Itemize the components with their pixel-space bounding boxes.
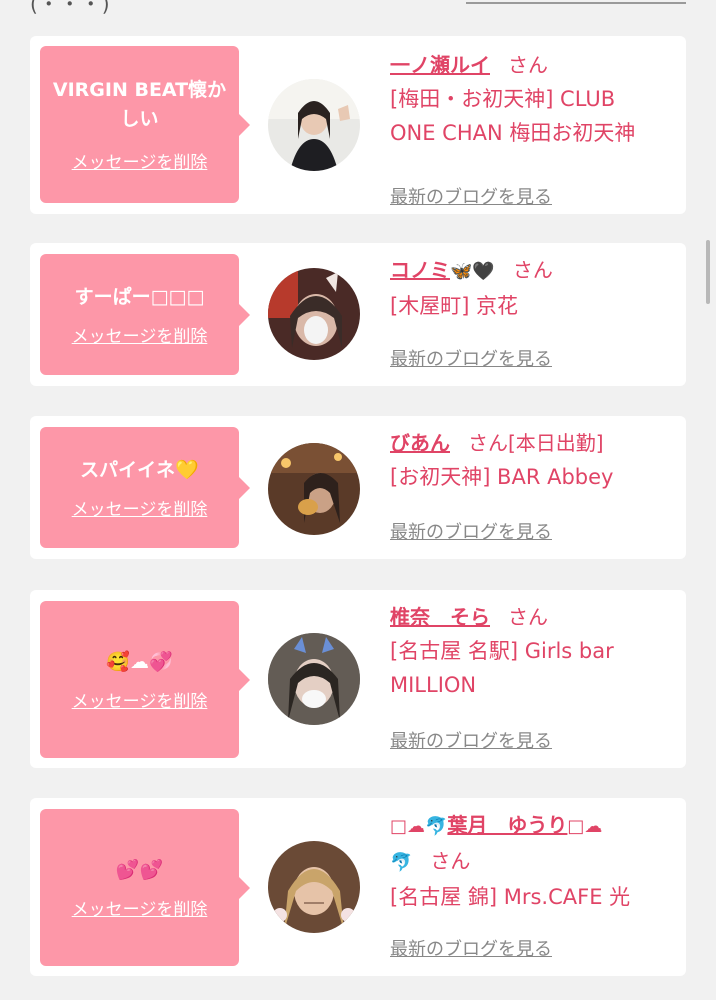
delete-message-link[interactable]: メッセージを削除 bbox=[72, 148, 208, 173]
delete-message-link[interactable]: メッセージを削除 bbox=[72, 687, 208, 712]
latest-blog-link[interactable]: 最新のブログを見る bbox=[390, 345, 552, 371]
latest-blog-link[interactable]: 最新のブログを見る bbox=[390, 727, 552, 753]
yellow-heart-icon: 💛 bbox=[175, 458, 199, 481]
message-bubble: 💕💕 メッセージを削除 bbox=[40, 809, 250, 966]
honorific: さん bbox=[430, 849, 471, 873]
message-text: VIRGIN BEAT懐かしい bbox=[52, 79, 227, 130]
shop-line: [名古屋 名駅] Girls bar bbox=[390, 639, 614, 663]
delete-message-link[interactable]: メッセージを削除 bbox=[72, 322, 208, 347]
avatar[interactable] bbox=[268, 79, 360, 171]
avatar[interactable] bbox=[268, 841, 360, 933]
profile-name[interactable]: コノミ bbox=[390, 258, 450, 282]
name-prefix-icons: □☁🐬 bbox=[390, 816, 448, 837]
honorific: さん bbox=[508, 53, 548, 77]
profile-name[interactable]: 葉月 ゆうり bbox=[447, 813, 567, 837]
message-card: 💕💕 メッセージを削除 □☁🐬葉月 ゆうり□☁ 🐬 さん [名古屋 錦] Mrs.… bbox=[30, 798, 686, 976]
message-card: すーぱー□□□ メッセージを削除 コノミ🦋🖤 さん [木屋町] 京花 最新のブログ… bbox=[30, 243, 686, 386]
avatar[interactable] bbox=[268, 443, 360, 535]
header-fragment: (・・・) bbox=[0, 0, 716, 16]
avatar[interactable] bbox=[268, 633, 360, 725]
message-text: スパイイネ bbox=[80, 458, 176, 481]
honorific: さん bbox=[512, 258, 553, 282]
profile-info: 一ノ瀬ルイ さん [梅田・お初天神] CLUB ONE CHAN 梅田お初天神 最… bbox=[390, 48, 680, 208]
scrollbar[interactable] bbox=[706, 240, 710, 304]
message-bubble: すーぱー□□□ メッセージを削除 bbox=[40, 254, 250, 375]
message-card: スパイイネ💛 メッセージを削除 びあん さん[本日出勤] [お初天神] BAR A… bbox=[30, 416, 686, 559]
shop-line: ONE CHAN 梅田お初天神 bbox=[390, 121, 636, 145]
profile-info: 椎奈 そら さん [名古屋 名駅] Girls bar MILLION 最新のブロ… bbox=[390, 600, 680, 752]
shop-line: MILLION bbox=[390, 673, 477, 697]
avatar[interactable] bbox=[268, 268, 360, 360]
message-emoji-icons: 💕💕 bbox=[115, 858, 164, 881]
message-bubble: 🥰☁💞 メッセージを削除 bbox=[40, 601, 250, 758]
delete-message-link[interactable]: メッセージを削除 bbox=[72, 495, 208, 520]
latest-blog-link[interactable]: 最新のブログを見る bbox=[390, 935, 552, 961]
shop-line: [木屋町] 京花 bbox=[390, 294, 519, 318]
profile-info: びあん さん[本日出勤] [お初天神] BAR Abbey 最新のブログを見る bbox=[390, 426, 680, 543]
profile-name[interactable]: びあん bbox=[390, 431, 450, 455]
name-suffix-icons: □☁ bbox=[567, 816, 603, 837]
dolphin-icon: 🐬 bbox=[390, 852, 413, 873]
work-status: [本日出勤] bbox=[508, 431, 604, 455]
message-bubble: VIRGIN BEAT懐かしい メッセージを削除 bbox=[40, 46, 250, 203]
name-emoji-icons: 🦋🖤 bbox=[450, 261, 495, 282]
delete-message-link[interactable]: メッセージを削除 bbox=[72, 895, 208, 920]
message-card: VIRGIN BEAT懐かしい メッセージを削除 一ノ瀬ルイ さん [梅田・お初天… bbox=[30, 36, 686, 214]
latest-blog-link[interactable]: 最新のブログを見る bbox=[390, 518, 552, 544]
shop-line: [梅田・お初天神] CLUB bbox=[390, 87, 616, 111]
message-card: 🥰☁💞 メッセージを削除 椎奈 そら さん [名古屋 名駅] Girls bar … bbox=[30, 590, 686, 768]
message-bubble: スパイイネ💛 メッセージを削除 bbox=[40, 427, 250, 548]
message-text: すーぱー□□□ bbox=[74, 285, 205, 308]
profile-name[interactable]: 一ノ瀬ルイ bbox=[390, 53, 490, 77]
shop-line: [名古屋 錦] Mrs.CAFE 光 bbox=[390, 885, 631, 909]
honorific: さん bbox=[468, 431, 508, 455]
latest-blog-link[interactable]: 最新のブログを見る bbox=[390, 183, 552, 209]
message-emoji-icons: 🥰☁💞 bbox=[106, 650, 173, 673]
header-right-link-underline[interactable] bbox=[466, 2, 686, 4]
profile-info: コノミ🦋🖤 さん [木屋町] 京花 最新のブログを見る bbox=[390, 253, 680, 370]
honorific: さん bbox=[508, 605, 548, 629]
profile-name[interactable]: 椎奈 そら bbox=[390, 605, 490, 629]
shop-line: [お初天神] BAR Abbey bbox=[390, 465, 614, 489]
header-left-fragment: (・・・) bbox=[30, 0, 111, 16]
profile-info: □☁🐬葉月 ゆうり□☁ 🐬 さん [名古屋 錦] Mrs.CAFE 光 最新のブロ… bbox=[390, 808, 680, 960]
